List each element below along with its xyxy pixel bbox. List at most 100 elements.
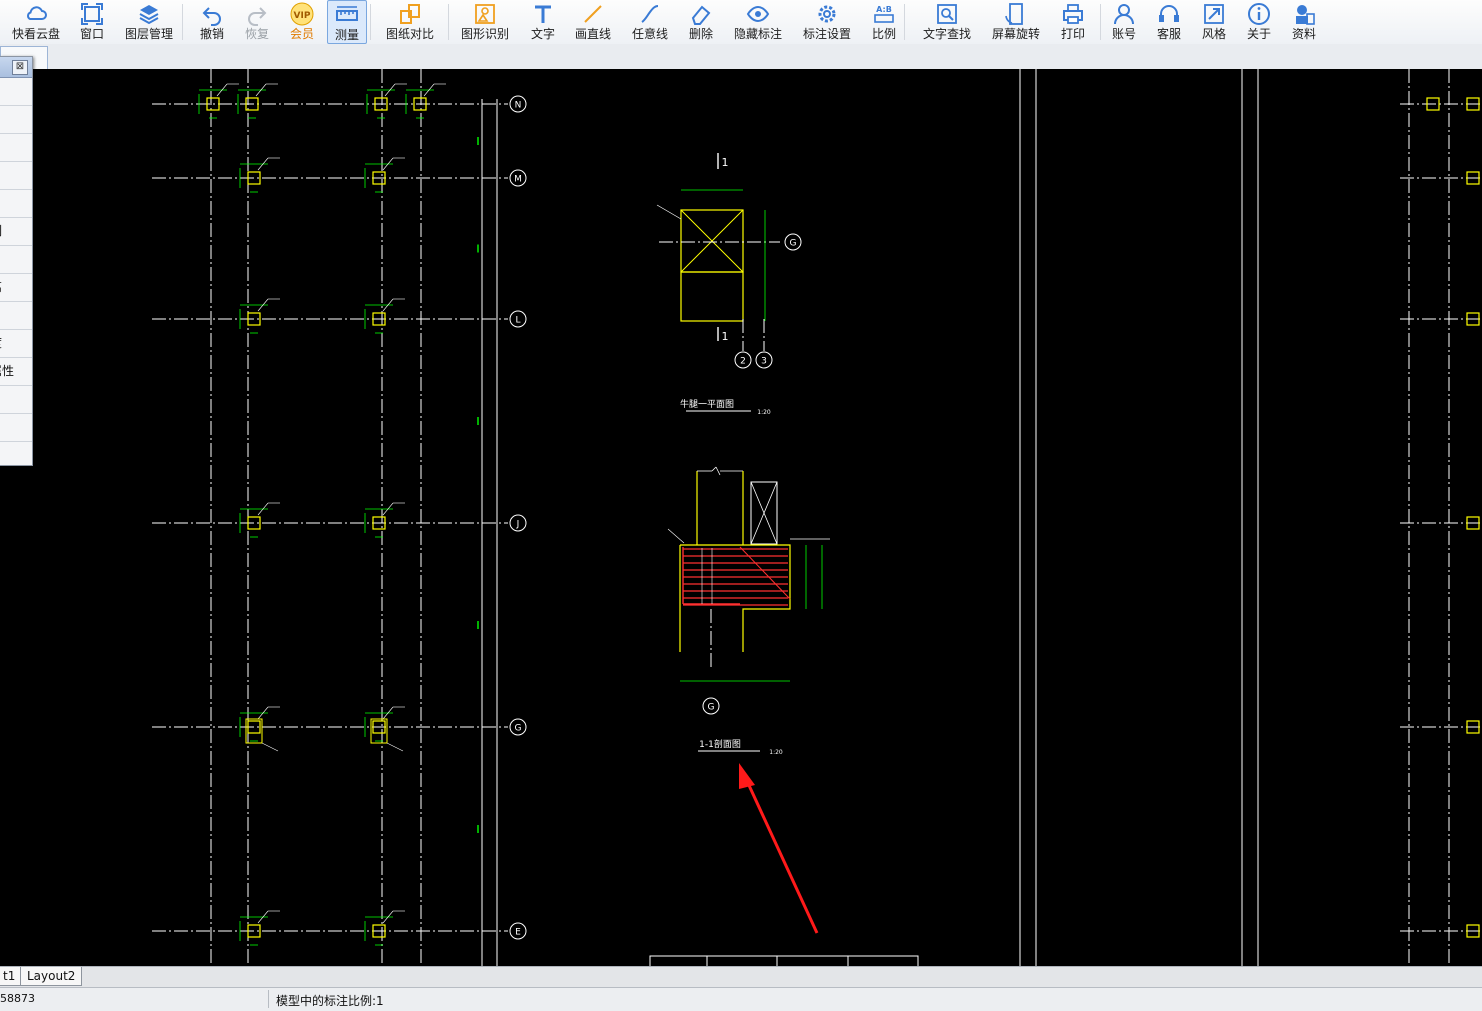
toolbar-label: 账号	[1111, 27, 1136, 41]
info-icon	[1247, 2, 1271, 26]
undo-icon	[200, 2, 224, 26]
toolbar-window-button[interactable]: 窗口	[74, 0, 110, 44]
panel-row[interactable]: 属性	[0, 358, 32, 386]
toolbar-label: 删除	[688, 27, 713, 41]
toolbar-printer-button[interactable]: 打印	[1055, 0, 1091, 44]
toolbar-label: 撤销	[199, 27, 224, 41]
toolbar-label: 比例	[871, 27, 896, 41]
toolbar-separator	[182, 4, 183, 40]
toolbar-separator	[370, 4, 371, 40]
toolbar-label: 资料	[1291, 27, 1316, 41]
toolbar-style-button[interactable]: 风格	[1196, 0, 1232, 44]
toolbar-label: 图形识别	[460, 27, 509, 41]
toolbar-text-search-button[interactable]: 文字查找	[918, 0, 976, 44]
toolbar-headset-button[interactable]: 客服	[1151, 0, 1187, 44]
layout-tab-2[interactable]: Layout2	[20, 967, 83, 986]
shape-recognition-icon	[473, 2, 497, 26]
plan-scale: 1:20	[757, 409, 771, 416]
cloud-icon	[24, 2, 48, 26]
plan-leader	[656, 204, 682, 220]
toolbar-compare-button[interactable]: 图纸对比	[382, 0, 438, 44]
user-icon	[1112, 2, 1136, 26]
layout-tab-bar: t1 Layout2	[0, 966, 1482, 987]
toolbar-label: 客服	[1156, 27, 1181, 41]
panel-row[interactable]: 度	[0, 330, 32, 358]
plan-axis-label: 2	[740, 357, 746, 367]
status-bar: 58873 模型中的标注比例:1	[0, 987, 1482, 1011]
plan-title: 牛腿一平面图	[680, 398, 734, 410]
toolbar-scale-button[interactable]: A:B 比例	[866, 0, 902, 44]
line-icon	[581, 2, 605, 26]
style-icon	[1202, 2, 1226, 26]
plan-axis-label: 3	[761, 357, 767, 367]
toolbar-label: 文字查找	[922, 27, 971, 41]
toolbar-label: 标注设置	[802, 27, 851, 41]
panel-row[interactable]	[0, 134, 32, 162]
layout-tab-1[interactable]: t1	[0, 967, 23, 986]
column-leader	[386, 742, 404, 752]
panel-row[interactable]	[0, 302, 32, 330]
toolbar-text-button[interactable]: 文字	[525, 0, 561, 44]
toolbar-annotation-settings-button[interactable]: 标注设置	[798, 0, 856, 44]
toolbar-separator	[448, 4, 449, 40]
svg-text:VIP: VIP	[294, 11, 311, 21]
eye-icon	[746, 2, 770, 26]
panel-row[interactable]: 列	[0, 218, 32, 246]
toolbar-line-button[interactable]: 画直线	[568, 0, 618, 44]
title-block	[649, 955, 919, 966]
axis-label: J	[516, 520, 520, 530]
section-cut-label: 1	[722, 156, 729, 169]
axis-label: E	[515, 928, 521, 938]
toolbar-eraser-button[interactable]: 删除	[681, 0, 721, 44]
headset-icon	[1157, 2, 1181, 26]
panel-row[interactable]	[0, 106, 32, 134]
panel-row[interactable]: 离	[0, 274, 32, 302]
section-title: 1-1剖面图	[699, 738, 741, 750]
toolbar-docs-button[interactable]: 资料	[1286, 0, 1322, 44]
panel-row[interactable]	[0, 246, 32, 274]
toolbar-label: 屏幕旋转	[991, 27, 1040, 41]
panel-row[interactable]	[0, 162, 32, 190]
toolbar-shape-recognition-button[interactable]: 图形识别	[457, 0, 513, 44]
cad-drawing: N M L J G E 1 1 G 2 3 牛腿一平面图 1:20 G 1-1剖面图 1:20	[152, 69, 1482, 966]
toolbar-separator	[1100, 4, 1101, 40]
panel-row[interactable]: )	[0, 386, 32, 414]
rotate-screen-icon	[1004, 2, 1028, 26]
panel-close-icon[interactable]: ⊠	[12, 60, 28, 75]
toolbar-user-button[interactable]: 账号	[1106, 0, 1142, 44]
status-divider	[268, 990, 269, 1008]
toolbar-label: 测量	[334, 28, 359, 42]
document-tab-strip	[0, 44, 1482, 69]
toolbar-rotate-screen-button[interactable]: 屏幕旋转	[987, 0, 1045, 44]
drawing-canvas[interactable]: N M L J G E 1 1 G 2 3 牛腿一平面图 1:20 G 1-1剖面图 1:20	[0, 69, 1482, 966]
toolbar-separator	[904, 4, 905, 40]
panel-row[interactable]	[0, 190, 32, 218]
layers-icon	[137, 2, 161, 26]
toolbar-info-button[interactable]: 关于	[1241, 0, 1277, 44]
toolbar-label: 恢复	[244, 27, 269, 41]
status-coordinates: 58873	[0, 992, 35, 1005]
toolbar-measure-button[interactable]: 测量	[327, 0, 367, 44]
toolbar-label: 关于	[1246, 27, 1271, 41]
printer-icon	[1061, 2, 1085, 26]
toolbar-cloud-button[interactable]: 快看云盘	[6, 0, 66, 44]
svg-text:A:B: A:B	[876, 5, 892, 14]
toolbar-undo-button[interactable]: 撤销	[194, 0, 230, 44]
floating-property-panel: ⊠ 列离度属性)	[0, 56, 33, 466]
section-break	[715, 466, 721, 476]
section-scale: 1:20	[769, 749, 783, 756]
measure-icon	[335, 3, 359, 27]
section-break	[711, 466, 717, 472]
annotation-settings-icon	[815, 2, 839, 26]
toolbar-eye-button[interactable]: 隐藏标注	[729, 0, 787, 44]
toolbar-label: 文字	[530, 27, 555, 41]
toolbar-freehand-button[interactable]: 任意线	[627, 0, 673, 44]
toolbar-vip-button[interactable]: VIP 会员	[284, 0, 320, 44]
toolbar-label: 打印	[1060, 27, 1085, 41]
panel-row[interactable]	[0, 414, 32, 442]
panel-row[interactable]	[0, 78, 32, 106]
annotation-arrowhead	[739, 763, 755, 789]
text-icon	[531, 2, 555, 26]
freehand-icon	[638, 2, 662, 26]
toolbar-layers-button[interactable]: 图层管理	[119, 0, 179, 44]
